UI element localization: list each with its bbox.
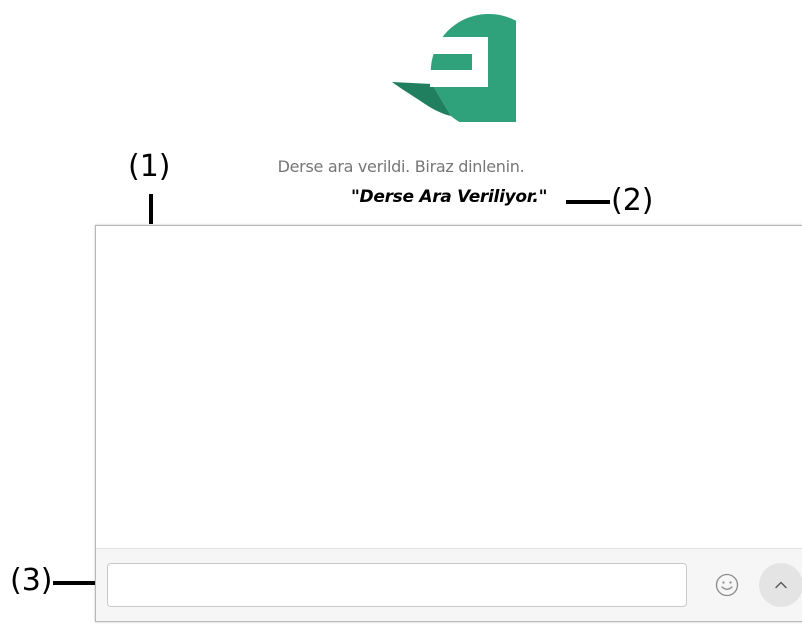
- chat-messages-area[interactable]: [96, 226, 802, 548]
- chat-panel: [95, 225, 802, 622]
- callout-1-line: [149, 194, 153, 224]
- emoji-button[interactable]: [713, 571, 741, 599]
- app-logo: [392, 12, 547, 130]
- chat-message-input[interactable]: [107, 563, 687, 607]
- callout-2-line: [566, 200, 610, 204]
- sticker-logo-icon: [392, 13, 547, 130]
- callout-2: (2): [611, 183, 654, 218]
- status-message: Derse ara verildi. Biraz dinlenin.: [277, 157, 525, 176]
- callout-1: (1): [128, 149, 171, 184]
- callout-3: (3): [10, 563, 53, 598]
- chevron-up-icon: [775, 581, 787, 589]
- smiley-icon: [715, 573, 739, 597]
- callout-3-line: [53, 581, 95, 585]
- send-button[interactable]: [759, 563, 802, 607]
- status-quote: "Derse Ara Veriliyor.": [351, 187, 548, 207]
- chat-input-bar: [96, 548, 802, 621]
